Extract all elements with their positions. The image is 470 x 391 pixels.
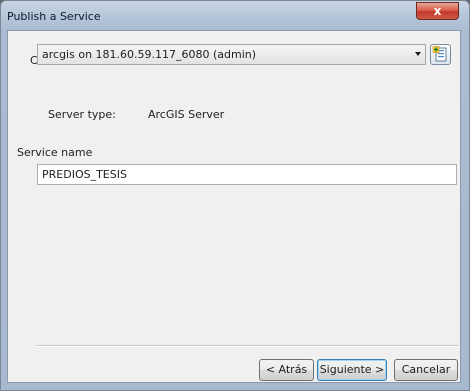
add-connection-icon [432, 46, 447, 62]
chevron-down-icon [415, 52, 421, 56]
server-type-label: Server type: [48, 108, 116, 121]
service-name-label: Service name [17, 146, 93, 159]
back-button[interactable]: < Atrás [259, 359, 314, 381]
close-icon: x [433, 4, 442, 18]
service-name-input[interactable]: PREDIOS_TESIS [37, 164, 457, 185]
close-button[interactable]: x [416, 2, 459, 20]
connection-dropdown[interactable]: arcgis on 181.60.59.117_6080 (admin) [37, 44, 426, 65]
title-bar[interactable]: Publish a Service x [1, 1, 469, 31]
server-type-value: ArcGIS Server [148, 108, 225, 121]
connection-selected-value: arcgis on 181.60.59.117_6080 (admin) [42, 48, 257, 61]
window-title: Publish a Service [7, 10, 101, 23]
cancel-button[interactable]: Cancelar [394, 359, 458, 381]
next-button[interactable]: Siguiente > [317, 359, 387, 381]
add-server-connection-button[interactable] [430, 44, 451, 65]
button-separator [37, 345, 458, 347]
dialog-content [7, 30, 461, 383]
